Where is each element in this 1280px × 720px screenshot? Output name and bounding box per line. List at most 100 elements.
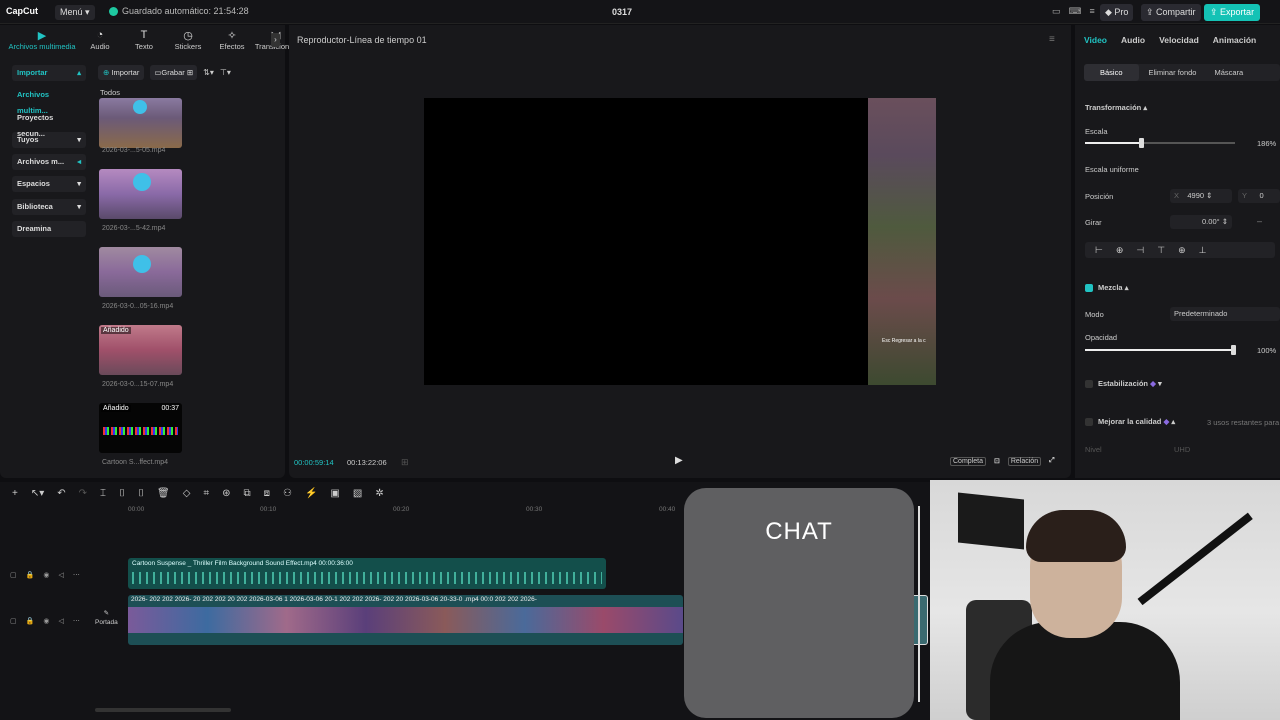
undo-icon[interactable]: ↶ [57, 488, 65, 499]
align-center-icon[interactable]: ⊕ [1116, 242, 1124, 258]
sidebar-item-media[interactable]: Archivos multim... [12, 87, 86, 115]
lock-icon[interactable]: 🔒 [26, 617, 35, 625]
stabilize-checkbox[interactable] [1085, 380, 1093, 388]
play-button[interactable]: ▶ [675, 455, 683, 466]
timeline-scrollbar[interactable] [95, 708, 231, 712]
lock-icon[interactable]: 🔒 [26, 571, 35, 579]
ratio-button[interactable]: Relación [1007, 457, 1042, 466]
split-right-icon[interactable]: ⌷ [138, 488, 144, 499]
layout-icon[interactable]: ▭ [1052, 6, 1061, 17]
eye-icon[interactable]: ◉ [43, 617, 49, 625]
media-thumbnail[interactable]: Añadido 00:37 [99, 403, 182, 453]
mirror-icon[interactable]: ⧈ [264, 488, 270, 499]
image-icon[interactable]: ▧ [353, 488, 362, 499]
pos-x-field[interactable]: X 4990 ⇕ [1170, 189, 1232, 203]
enhance-checkbox[interactable] [1085, 418, 1093, 426]
media-thumbnail[interactable] [99, 169, 182, 219]
opacity-slider[interactable] [1085, 345, 1236, 355]
subtab-remove-bg[interactable]: Eliminar fondo [1139, 64, 1207, 81]
pos-y-field[interactable]: Y 0 [1238, 189, 1280, 203]
speaker-icon[interactable]: ◁ [58, 617, 63, 625]
fullscreen-icon[interactable]: ⤢ [1049, 457, 1055, 466]
mode-select[interactable]: Predeterminado [1170, 307, 1280, 321]
subtab-basic[interactable]: Básico [1084, 64, 1139, 81]
tab-animation[interactable]: Animación [1213, 35, 1256, 45]
menu-lines-icon[interactable]: ≡ [1090, 6, 1095, 17]
media-thumbnail[interactable] [99, 98, 182, 148]
cover-button[interactable]: ✎ Portada [95, 609, 118, 627]
delete-icon[interactable]: 🗑 [157, 488, 170, 499]
focus-icon[interactable]: ⊡ [994, 457, 1000, 466]
shortcuts-icon[interactable]: ⌨ [1069, 6, 1082, 17]
crop-icon[interactable]: ⌗ [203, 488, 209, 499]
more-icon[interactable]: ⋯ [73, 617, 80, 625]
rotate-field[interactable]: 0.00° ⇕ [1170, 215, 1232, 229]
person-icon[interactable]: ⚇ [283, 488, 292, 499]
more-icon[interactable]: ⋯ [73, 571, 80, 579]
track-icon[interactable]: ▢ [10, 571, 17, 579]
pro-button[interactable]: ◆ Pro [1100, 4, 1134, 21]
tab-audio[interactable]: Audio [1121, 35, 1145, 45]
full-button[interactable]: Completa [950, 457, 986, 466]
ai-icon[interactable]: ✲ [375, 488, 383, 499]
caption-icon[interactable]: ▣ [330, 488, 339, 499]
video-clip[interactable]: 2026- 202 202 2026- 20 202 202 20 202 20… [128, 595, 683, 645]
scale-slider[interactable] [1085, 138, 1235, 148]
tab-effects[interactable]: ✧ Efectos [210, 29, 254, 51]
sidebar-item-import[interactable]: Importar ▴ [12, 65, 86, 81]
opacity-value[interactable]: 100% [1257, 346, 1276, 355]
align-bottom-icon[interactable]: ⊥ [1199, 242, 1207, 258]
transform-heading[interactable]: Transformación ▴ [1085, 103, 1147, 112]
add-icon[interactable]: + [12, 488, 18, 499]
sidebar-item-subprojects[interactable]: Proyectos secun... [12, 110, 86, 138]
redo-icon[interactable]: ↷ [79, 488, 87, 499]
playhead[interactable] [918, 506, 920, 702]
grid-icon[interactable]: ⊞ [401, 457, 409, 468]
tab-media[interactable]: ▶ Archivos multimedia [6, 29, 78, 51]
opacity-thumb[interactable] [1231, 345, 1236, 355]
align-middle-icon[interactable]: ⊕ [1178, 242, 1186, 258]
speaker-icon[interactable]: ◁ [58, 571, 63, 579]
minus-icon[interactable]: – [1257, 216, 1262, 226]
video-preview-game[interactable]: Esc Regresar a la c [868, 98, 936, 385]
filter-icon[interactable]: ⊤▾ [220, 68, 231, 77]
cursor-icon[interactable]: ↖▾ [31, 488, 44, 499]
tab-video[interactable]: Video [1084, 35, 1107, 45]
sidebar-item-yours[interactable]: Tuyos ▾ [12, 131, 86, 148]
align-top-icon[interactable]: ⊤ [1157, 242, 1165, 258]
sidebar-item-archives[interactable]: Archivos m... ◂ [12, 154, 86, 171]
marker-icon[interactable]: ◇ [183, 488, 191, 499]
sidebar-item-dreamina[interactable]: Dreamina [12, 221, 86, 238]
media-thumbnail[interactable] [99, 247, 182, 297]
transform-icon[interactable]: ⊛ [222, 488, 230, 499]
sort-icon[interactable]: ⇅▾ [203, 68, 214, 77]
menu-lines-icon[interactable]: ≡ [1049, 34, 1055, 45]
blend-checkbox[interactable] [1085, 284, 1093, 292]
record-button[interactable]: ▭Grabar ⊞ [150, 65, 198, 80]
split-left-icon[interactable]: ⌷ [119, 488, 125, 499]
share-button[interactable]: ⇪ Compartir [1141, 4, 1201, 21]
audio-clip[interactable]: Cartoon Suspense _ Thriller Film Backgro… [128, 558, 606, 589]
project-name[interactable]: 0317 [612, 7, 632, 17]
eye-icon[interactable]: ◉ [43, 571, 49, 579]
menu-button[interactable]: Menú ▾ [55, 5, 95, 20]
sidebar-item-library[interactable]: Biblioteca ▾ [12, 198, 86, 215]
track-icon[interactable]: ▢ [10, 617, 17, 625]
stabilize-heading[interactable]: Estabilización ◆ ▾ [1098, 379, 1162, 388]
align-left-icon[interactable]: ⊢ [1095, 242, 1103, 258]
scale-value[interactable]: 186% [1257, 139, 1276, 148]
enhance-heading[interactable]: Mejorar la calidad ◆ ▴ [1098, 417, 1175, 426]
freeze-icon[interactable]: ⧉ [243, 488, 250, 499]
blend-heading[interactable]: Mezcla ▴ [1098, 283, 1128, 292]
export-button[interactable]: ⇪ Exportar [1204, 4, 1261, 21]
align-right-icon[interactable]: ⊣ [1136, 242, 1144, 258]
sidebar-item-spaces[interactable]: Espacios ▾ [12, 176, 86, 193]
tab-speed[interactable]: Velocidad [1159, 35, 1199, 45]
level-value[interactable]: UHD [1174, 445, 1190, 454]
split-icon[interactable]: ⌶ [100, 488, 106, 499]
subtab-mask[interactable]: Máscara [1206, 64, 1251, 81]
video-canvas[interactable] [424, 98, 868, 385]
import-button[interactable]: ⊕ Importar [98, 65, 145, 80]
tab-text[interactable]: T Texto [122, 29, 166, 51]
tab-audio[interactable]: ◔ Audio [78, 29, 122, 51]
